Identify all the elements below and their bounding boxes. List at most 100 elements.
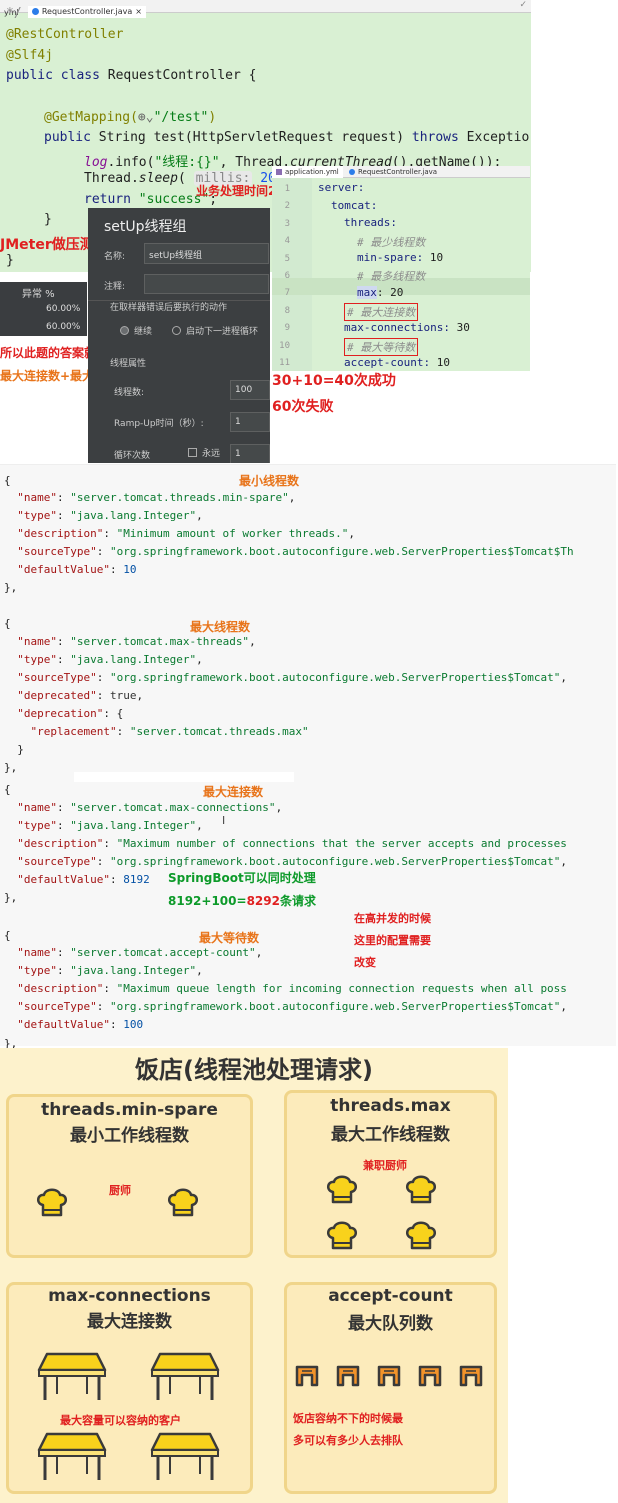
line-number: 7 [284, 288, 290, 299]
comment-label: 注释: [104, 282, 126, 292]
error-action-label: 在取样器错误后要执行的动作 [110, 303, 228, 313]
table-icon [150, 1432, 220, 1480]
panel-title-min-spare: threads.min-spare [41, 1100, 218, 1120]
panel-min-spare: threads.min-spare 最小工作线程数 厨师 [6, 1094, 253, 1258]
json-brace: { [4, 783, 11, 796]
json-value: "server.tomcat.max-threads" [70, 635, 250, 648]
json-value: "server.tomcat.threads.min-spare" [70, 491, 289, 504]
label-max-connections: 最大连接数 [203, 785, 264, 799]
json-key: "description" [17, 527, 104, 540]
code-line-getmapping: @GetMapping(⊕⌄"/test") [44, 110, 217, 125]
close-icon[interactable]: × [135, 7, 142, 16]
yaml-comment-max-connections: # 最大连接数 [344, 303, 419, 321]
seat-icon [336, 1365, 360, 1387]
label-max-threads: 最大线程数 [190, 620, 251, 634]
json-key: "deprecated" [17, 689, 97, 702]
json-key: "sourceType" [17, 671, 97, 684]
line-number: 11 [279, 358, 290, 368]
json-value: "server.tomcat.accept-count" [70, 946, 256, 959]
code-line-slf4j: @Slf4j [6, 48, 53, 63]
editor-tab-bar: yml RequestController.java × ✓ [0, 0, 531, 18]
label-min-threads: 最小线程数 [239, 474, 300, 488]
json-value: "server.tomcat.max-connections" [70, 801, 276, 814]
line-number: 4 [284, 236, 290, 247]
json-b4-desc: "description": "Maximum queue length for… [17, 982, 567, 995]
annotation-success: 30+10=40次成功 [272, 373, 396, 389]
label-queue-1: 饭店容纳不下的时候最 [293, 1412, 403, 1425]
json-b1-desc: "description": "Minimum amount of worker… [17, 527, 356, 540]
radio-next-loop[interactable] [172, 326, 181, 335]
jmeter-panel-title: setUp线程组 [104, 219, 187, 235]
json-value: "org.springframework.boot.autoconfigure.… [109, 855, 561, 868]
json-value: "java.lang.Integer" [70, 819, 197, 832]
yaml-comment-max-threads: # 最多线程数 [357, 270, 426, 283]
table-icon [37, 1352, 107, 1400]
json-value: "Maximum number of connections that the … [116, 837, 567, 850]
json-key: "type" [17, 509, 57, 522]
json-key: "name" [17, 491, 57, 504]
json-brace: { [4, 617, 11, 630]
yaml-comment-min-threads: # 最少线程数 [357, 236, 426, 249]
json-key: "type" [17, 964, 57, 977]
loop-input[interactable]: 1 [230, 444, 270, 463]
annotation-jmeter: JMeter做压测 [0, 237, 94, 253]
line-number: 6 [284, 271, 290, 281]
radio-continue[interactable] [120, 326, 129, 335]
tab-application-yml[interactable]: application.yml [272, 166, 343, 178]
yaml-line-server: server: [318, 181, 365, 194]
panel-subtitle-accept-count: 最大队列数 [348, 1314, 433, 1334]
forever-checkbox[interactable] [188, 448, 197, 457]
json-key: "name" [17, 946, 57, 959]
json-value: 100 [123, 1018, 144, 1031]
json-b2-name: "name": "server.tomcat.max-threads", [17, 635, 256, 648]
json-value: "Minimum amount of worker threads." [116, 527, 349, 540]
json-key: "description" [17, 982, 104, 995]
thread-props-label: 线程属性 [110, 359, 147, 369]
json-b1-name: "name": "server.tomcat.threads.min-spare… [17, 491, 296, 504]
chef-hat-icon [406, 1221, 436, 1250]
panel-subtitle-max-connections: 最大连接数 [87, 1312, 172, 1332]
json-b3-src: "sourceType": "org.springframework.boot.… [17, 855, 567, 868]
yml-file-icon [276, 169, 282, 175]
json-b2-dep: "deprecated": true, [17, 689, 144, 702]
yaml-line-min-spare: min-spare: 10 [357, 251, 444, 264]
json-value: "org.springframework.boot.autoconfigure.… [109, 545, 574, 558]
json-brace: }, [4, 761, 18, 774]
json-value: true [109, 689, 137, 702]
chef-hat-icon [327, 1175, 357, 1204]
error-table-header: 异常 % [22, 289, 55, 300]
code-line-restcontroller: @RestController [6, 27, 124, 42]
json-brace: { [4, 474, 11, 487]
java-file-icon [348, 169, 355, 175]
line-number: 5 [284, 253, 290, 264]
line-number: 2 [284, 201, 290, 212]
json-brace: } [4, 743, 24, 756]
json-key: "sourceType" [17, 1000, 97, 1013]
json-b2-depn: "deprecation": { [17, 707, 124, 720]
table-icon [150, 1352, 220, 1400]
json-value: "org.springframework.boot.autoconfigure.… [109, 671, 561, 684]
globe-icon: ⊕⌄ [137, 110, 154, 125]
line-number: 10 [279, 340, 290, 351]
rampup-label: Ramp-Up时间（秒）: [114, 419, 204, 429]
panel-threads-max: threads.max 最大工作线程数 兼职厨师 [284, 1090, 497, 1258]
comment-input[interactable] [144, 274, 269, 294]
line-number: 1 [284, 184, 290, 194]
json-b4-type: "type": "java.lang.Integer", [17, 964, 203, 977]
label-chef: 厨师 [109, 1184, 131, 1197]
tab-request-controller[interactable]: RequestController.java × [27, 5, 146, 18]
json-b2-rep: "replacement": "server.tomcat.threads.ma… [30, 725, 309, 738]
threads-input[interactable]: 100 [230, 380, 270, 400]
json-key: "deprecation" [17, 707, 104, 720]
chef-hat-icon [168, 1188, 198, 1217]
json-value: "Maximum queue length for incoming conne… [116, 982, 567, 995]
name-input[interactable]: setUp线程组 [144, 243, 269, 264]
name-label: 名称: [104, 252, 126, 262]
tab-request-controller-2[interactable]: RequestController.java [345, 166, 441, 178]
rampup-input[interactable]: 1 [230, 412, 270, 432]
annotation-fail: 60次失败 [272, 399, 334, 415]
note-high-concurrency-1: 在高并发的时候 [354, 912, 431, 925]
json-value: 10 [123, 563, 137, 576]
loop-label: 循环次数 [114, 451, 151, 461]
json-b4-name: "name": "server.tomcat.accept-count", [17, 946, 263, 959]
